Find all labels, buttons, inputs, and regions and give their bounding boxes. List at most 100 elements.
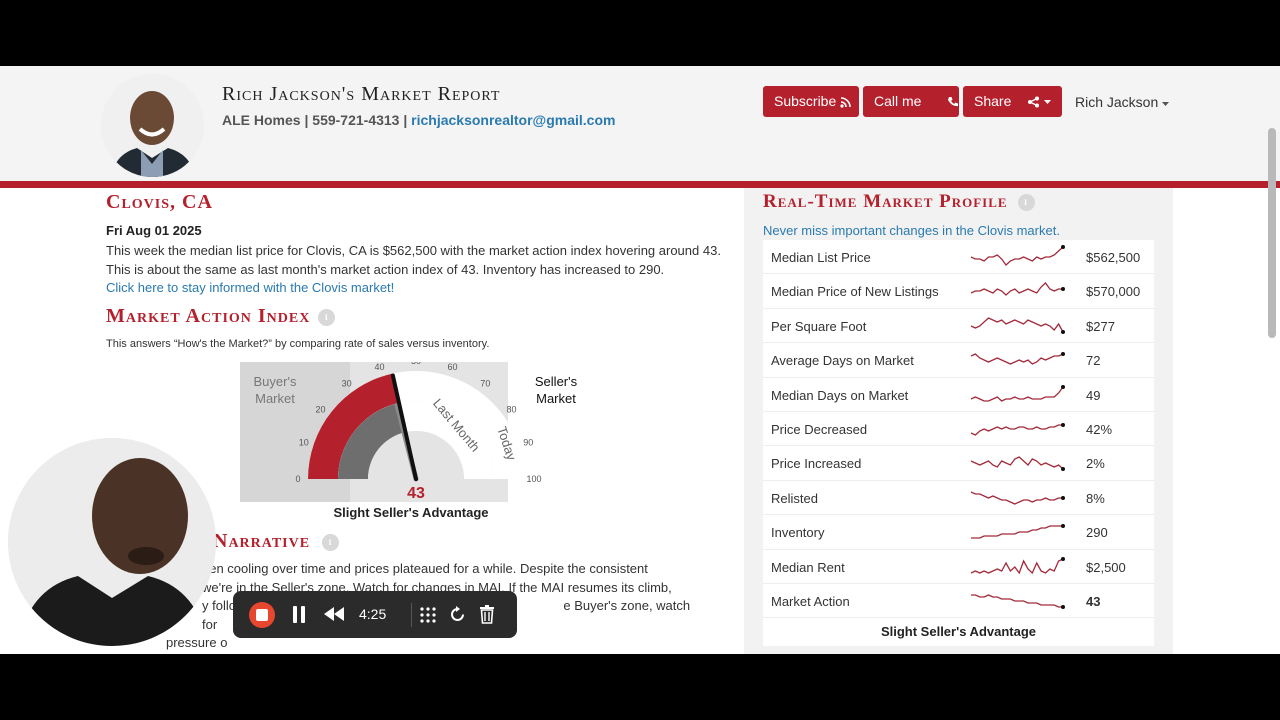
gauge-tick-label: 0 xyxy=(295,474,300,484)
subscribe-button[interactable]: Subscribe xyxy=(763,86,859,117)
gauge-tick-label: 20 xyxy=(316,405,326,415)
sparkline-path xyxy=(970,456,1064,470)
company-name: ALE Homes xyxy=(222,112,301,128)
sparkline xyxy=(970,282,1065,297)
gauge-tick-label: 30 xyxy=(342,379,352,389)
market-profile-table: Median List Price $562,500 Median Price of… xyxy=(763,240,1154,647)
user-menu[interactable]: Rich Jackson xyxy=(1075,94,1170,110)
sparkline-path xyxy=(970,353,1064,365)
profile-row: Median List Price $562,500 xyxy=(763,240,1154,275)
phone-icon xyxy=(948,97,959,107)
stop-icon xyxy=(256,609,268,621)
call-me-button[interactable]: Call me xyxy=(863,86,959,117)
market-action-gauge: Buyer's Market Seller's Market 0 10 20 30 40… xyxy=(240,356,592,502)
gauge-tick-label: 40 xyxy=(375,362,385,372)
gauge-tick-label: 10 xyxy=(299,438,309,448)
sparkline-end-dot xyxy=(1061,467,1065,472)
info-icon[interactable]: i xyxy=(1017,194,1035,212)
recording-toolbar: 4:25 xyxy=(233,591,517,638)
sparkline-end-dot xyxy=(1061,329,1065,334)
profile-row: Median Rent $2,500 xyxy=(763,550,1154,584)
sparkline-end-dot xyxy=(1061,495,1065,500)
agent-phone: 559-721-4313 xyxy=(312,112,400,128)
page-scrollbar[interactable] xyxy=(1268,128,1276,338)
sparkline xyxy=(970,422,1065,436)
toolbar-divider xyxy=(411,603,412,627)
sparkline-end-dot xyxy=(1061,604,1065,609)
profile-row: Price Increased 2% xyxy=(763,446,1154,481)
profile-row-value: 72 xyxy=(1086,353,1101,369)
restart-icon[interactable] xyxy=(449,606,466,623)
sparkline xyxy=(970,352,1065,365)
sparkline-path xyxy=(970,317,1064,333)
sellers-market-label-1: Seller's xyxy=(535,374,578,389)
sparkline-path xyxy=(971,525,1063,539)
profile-heading: Real-Time Market Profile i xyxy=(763,191,1035,213)
sparkline xyxy=(971,594,1065,609)
grid-dots-icon[interactable] xyxy=(419,606,437,624)
sparkline-end-dot xyxy=(1061,422,1065,427)
webcam-overlay[interactable] xyxy=(8,438,216,646)
profile-row-label: Median Rent xyxy=(771,559,845,575)
pause-icon[interactable] xyxy=(291,605,307,624)
mai-description: This answers “How's the Market?” by comp… xyxy=(106,338,490,350)
sparkline-end-dot xyxy=(1061,287,1065,292)
profile-footer: Slight Seller's Advantage xyxy=(880,624,1037,640)
sparkline xyxy=(970,384,1065,402)
profile-row-label: Average Days on Market xyxy=(771,353,914,369)
report-date: Fri Aug 01 2025 xyxy=(106,223,202,238)
sparkline-path xyxy=(970,491,1063,505)
share-icon xyxy=(1028,96,1040,108)
rss-icon xyxy=(840,96,851,108)
info-icon[interactable]: i xyxy=(322,533,340,551)
profile-row-label: Market Action xyxy=(771,593,850,609)
profile-row: Price Decreased 42% xyxy=(763,412,1154,447)
summary-paragraph: This week the median list price for Clov… xyxy=(106,243,721,295)
report-title: Rich Jackson's Market Report xyxy=(222,83,501,105)
profile-row-value: $562,500 xyxy=(1086,250,1141,265)
profile-subtitle: Never miss important changes in the Clov… xyxy=(763,223,1060,238)
sparkline xyxy=(970,317,1065,334)
caret-down-icon xyxy=(1044,99,1052,104)
profile-row-label: Median Days on Market xyxy=(771,387,909,403)
mai-value: 43 xyxy=(407,485,425,502)
recording-time: 4:25 xyxy=(359,606,387,622)
profile-row-value: $570,000 xyxy=(1086,284,1141,300)
sparkline-end-dot xyxy=(1061,556,1065,561)
trash-icon[interactable] xyxy=(479,605,495,624)
sparkline-path xyxy=(970,386,1064,402)
profile-row-value: 8% xyxy=(1086,490,1105,506)
mai-heading: Market Action Index i xyxy=(106,305,336,328)
gauge-tick-label: 100 xyxy=(526,474,541,484)
gauge-tick-label: 70 xyxy=(480,379,490,389)
mai-caption: Slight Seller's Advantage xyxy=(333,505,489,520)
stay-informed-link[interactable]: Click here to stay informed with the Clo… xyxy=(106,280,394,295)
sparkline-path xyxy=(970,557,1064,574)
sparkline-path xyxy=(971,594,1063,608)
sellers-market-label-2: Market xyxy=(536,391,576,406)
sparkline-path xyxy=(970,424,1063,436)
profile-row: Median Days on Market 49 xyxy=(763,378,1154,412)
agent-email-link[interactable]: richjacksonrealtor@gmail.com xyxy=(411,112,615,128)
profile-row: Market Action 43 xyxy=(763,584,1154,619)
sparkline xyxy=(970,556,1065,574)
profile-row-value: 43 xyxy=(1086,593,1101,609)
profile-row-value: $277 xyxy=(1086,318,1115,334)
share-button[interactable]: Share xyxy=(963,86,1062,117)
info-icon[interactable]: i xyxy=(318,308,336,326)
profile-row-value: 49 xyxy=(1086,387,1101,403)
agent-contact: ALE Homes | 559-721-4313 | richjacksonre… xyxy=(222,112,616,128)
rewind-icon[interactable] xyxy=(323,607,345,621)
stop-recording-button[interactable] xyxy=(249,602,275,628)
sparkline xyxy=(971,524,1065,539)
city-heading: Clovis, CA xyxy=(106,191,213,213)
profile-row-label: Price Decreased xyxy=(771,421,868,437)
buyers-market-label-1: Buyer's xyxy=(254,374,297,389)
profile-row-label: Per Square Foot xyxy=(771,318,867,334)
profile-row: Inventory 290 xyxy=(763,515,1154,550)
caret-down-icon xyxy=(1162,102,1170,106)
profile-row-value: 290 xyxy=(1086,525,1108,541)
narrative-heading: Narrative i xyxy=(213,530,340,553)
profile-row: Relisted 8% xyxy=(763,481,1154,516)
sparkline-end-dot xyxy=(1061,524,1065,529)
